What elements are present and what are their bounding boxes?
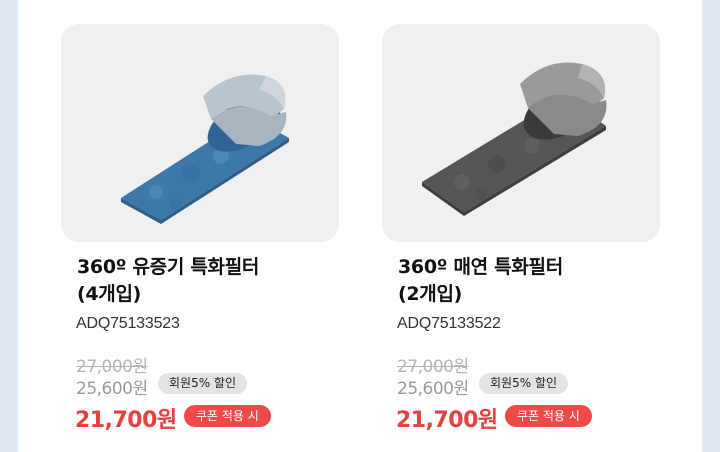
product-title-line1: 360º 매연 특화필터: [398, 256, 563, 278]
product-title-line1: 360º 유증기 특화필터: [77, 256, 260, 278]
product-image[interactable]: [382, 24, 660, 242]
product-card[interactable]: 360º 매연 특화필터 (2개입) ADQ75133522 27,000원 2…: [382, 24, 660, 433]
product-title-line2: (2개입): [398, 283, 463, 305]
member-price: 25,600원: [76, 379, 148, 399]
product-title-line2: (4개입): [77, 283, 142, 305]
member-discount-badge: 회원5% 할인: [479, 373, 569, 394]
product-card[interactable]: 360º 유증기 특화필터 (4개입) ADQ75133523 27,000원 …: [61, 24, 339, 433]
coupon-badge[interactable]: 쿠폰 적용 시: [505, 405, 592, 427]
final-price: 21,700원: [396, 408, 498, 433]
member-price: 25,600원: [397, 379, 469, 399]
member-discount-badge: 회원5% 할인: [158, 373, 248, 394]
final-price: 21,700원: [75, 408, 177, 433]
product-title[interactable]: 360º 매연 특화필터 (2개입): [398, 254, 658, 308]
gray-filter-image: [422, 62, 607, 216]
model-number: ADQ75133522: [397, 315, 501, 332]
product-image[interactable]: [61, 24, 339, 242]
blue-filter-image: [121, 74, 289, 224]
coupon-badge[interactable]: 쿠폰 적용 시: [184, 405, 271, 427]
model-number: ADQ75133523: [76, 315, 180, 332]
product-title[interactable]: 360º 유증기 특화필터 (4개입): [77, 254, 337, 308]
